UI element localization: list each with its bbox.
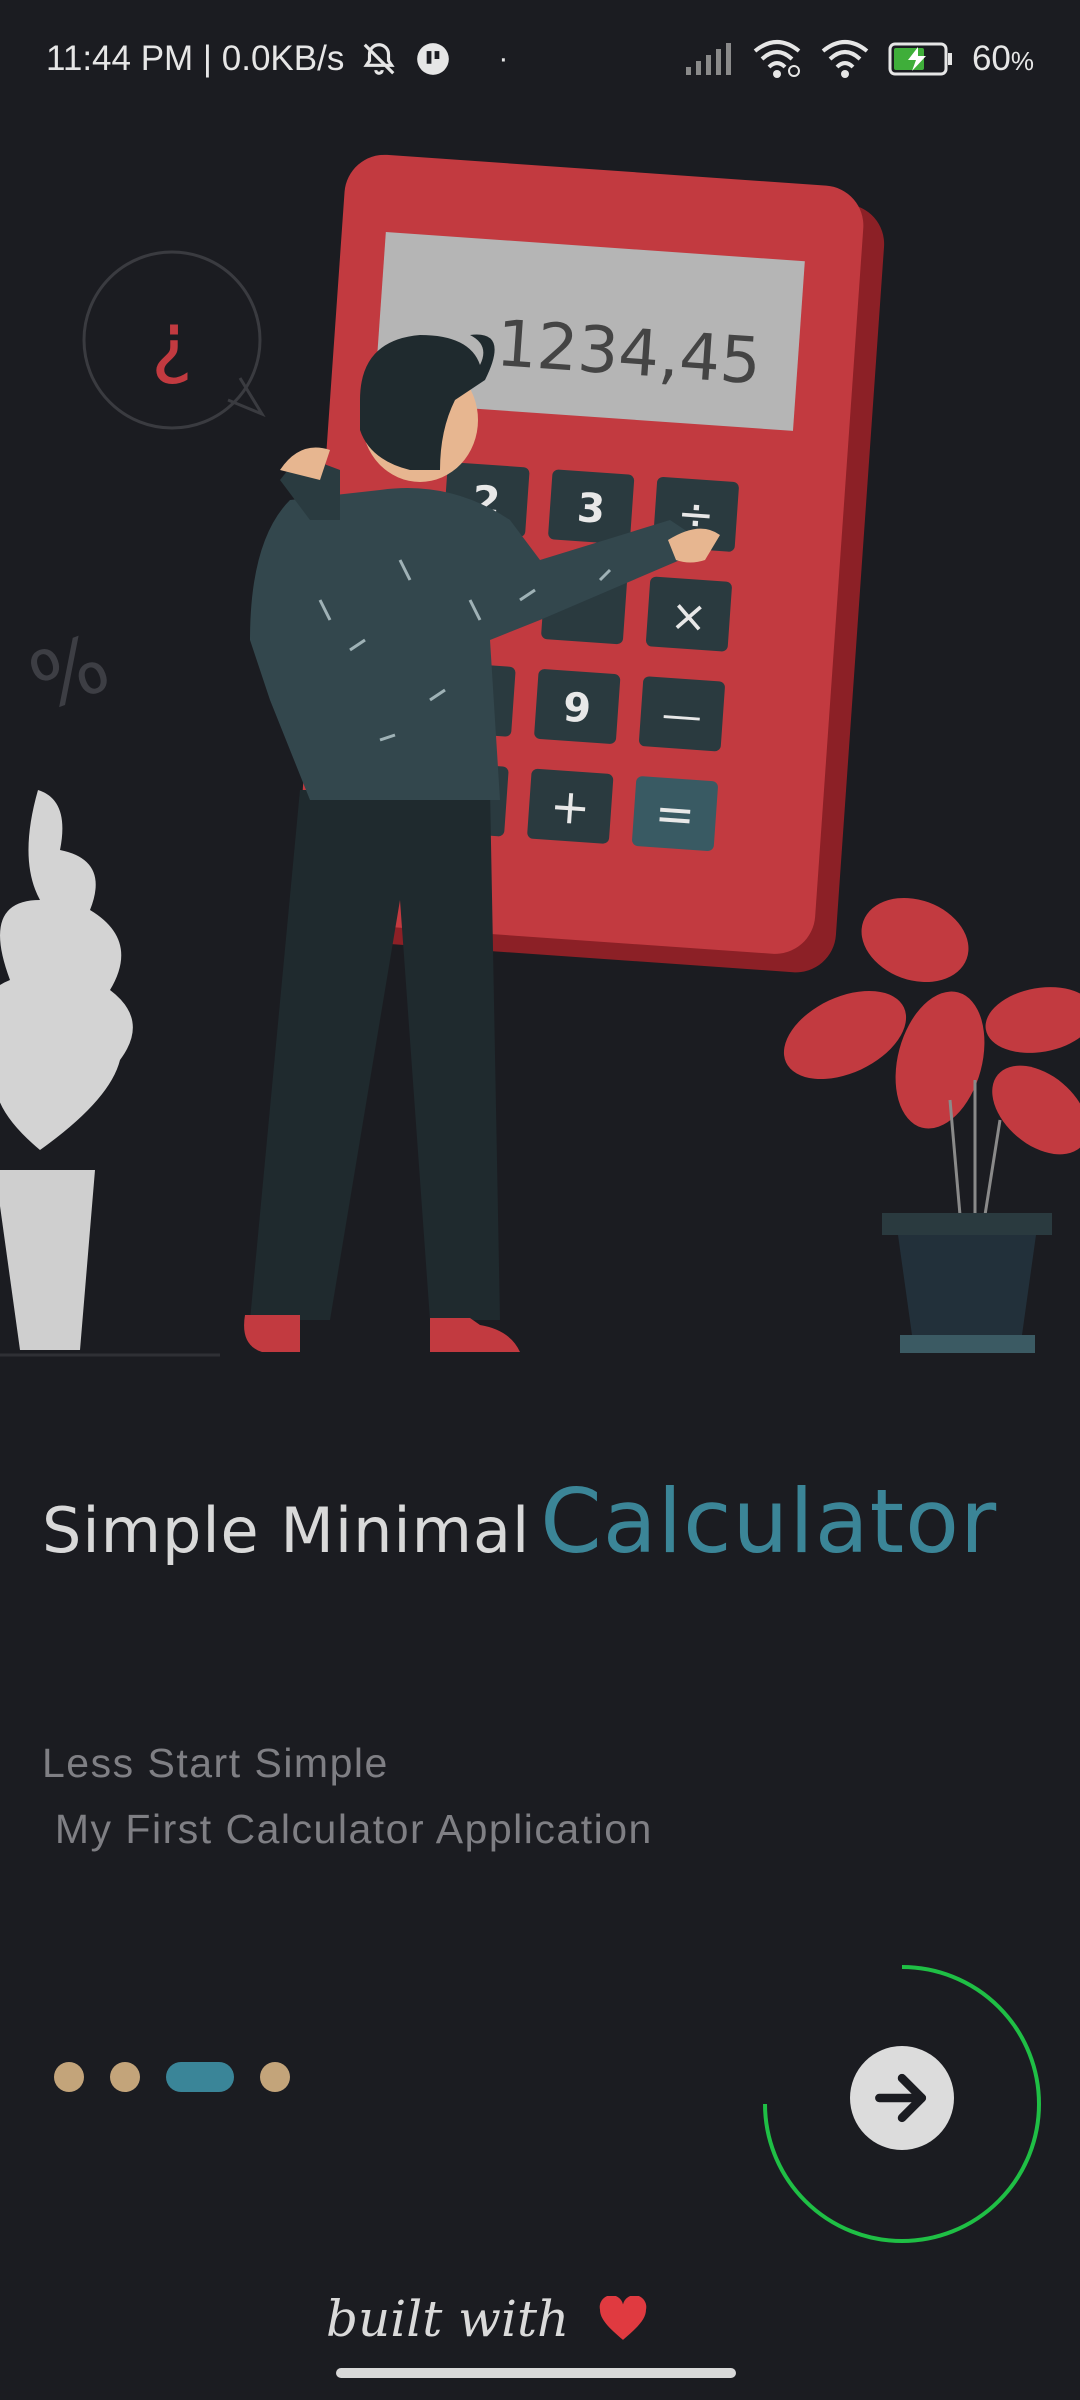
status-bar: 11:44 PM | 0.0KB/s · 60% [0, 0, 1080, 118]
key-minus: — [660, 691, 703, 740]
subtitle-line-1: Less Start Simple [42, 1740, 389, 1786]
battery-percent: 60 [971, 39, 1011, 78]
page-dot-2[interactable] [110, 2062, 140, 2092]
arrow-right-icon [875, 2073, 927, 2123]
battery-charging-icon [888, 42, 952, 76]
footer: built with [326, 2290, 649, 2348]
key-equals: = [653, 785, 697, 844]
page-dot-4[interactable] [260, 2062, 290, 2092]
page-indicator [54, 2062, 290, 2092]
status-right: 60% [685, 39, 1034, 79]
wifi-icon [821, 40, 869, 78]
battery-percent-unit: % [1010, 46, 1034, 76]
home-indicator[interactable] [336, 2368, 736, 2378]
status-left: 11:44 PM | 0.0KB/s · [46, 39, 508, 79]
calculator-illustration: ¿ % 1234,45 2 3 ÷ × 9 — + = [0, 120, 1080, 1360]
headline: Simple Minimal Calculator [42, 1470, 997, 1573]
time-and-speed: 11:44 PM | 0.0KB/s [46, 39, 345, 78]
percent-glyph: % [18, 616, 121, 729]
illustration-art: ¿ % 1234,45 2 3 ÷ × 9 — + = [0, 154, 1080, 1357]
next-button[interactable] [850, 2046, 954, 2150]
signal-icon [685, 43, 731, 75]
next-button-wrapper [760, 1960, 1044, 2244]
footer-text: built with [326, 2290, 570, 2348]
page-dot-1[interactable] [54, 2062, 84, 2092]
key-multiply: × [669, 590, 709, 643]
key-9: 9 [562, 685, 593, 733]
page-dot-3-active[interactable] [166, 2062, 234, 2092]
subtitle: Less Start Simple My First Calculator Ap… [42, 1730, 653, 1862]
app-notification-icon [417, 43, 450, 75]
key-plus: + [548, 778, 592, 837]
question-glyph: ¿ [151, 294, 193, 387]
headline-light: Simple Minimal [42, 1494, 531, 1567]
headline-accent: Calculator [540, 1470, 998, 1573]
heart-icon [599, 2296, 647, 2340]
subtitle-line-2: My First Calculator Application [42, 1806, 653, 1852]
bell-off-icon [363, 43, 395, 75]
key-3: 3 [576, 485, 607, 533]
wifi-link-icon [753, 40, 801, 78]
status-dot: · [498, 42, 509, 75]
